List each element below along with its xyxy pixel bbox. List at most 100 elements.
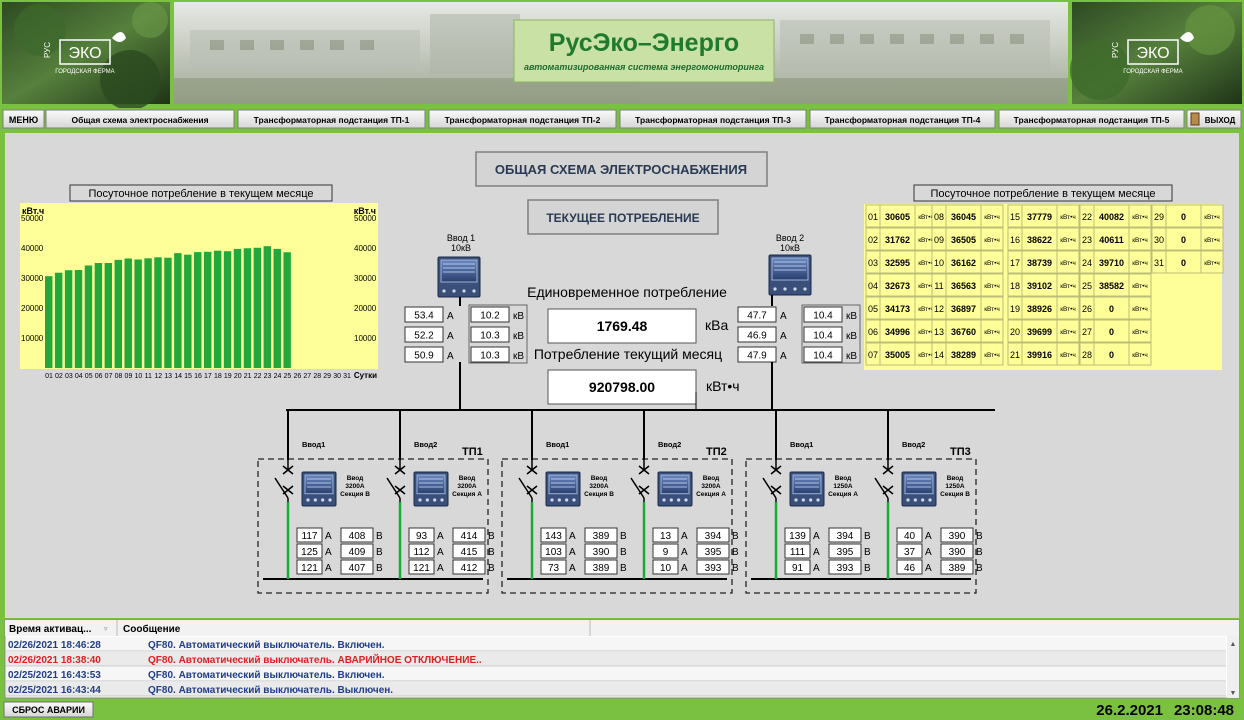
svg-text:02/26/2021 18:46:28: 02/26/2021 18:46:28 [8,640,101,651]
svg-text:02/26/2021 18:38:40: 02/26/2021 18:38:40 [8,655,101,666]
svg-text:40611: 40611 [1099,235,1124,245]
daily-cell-23: 23 40611 кВт•ч [1079,227,1152,251]
svg-text:Секция А: Секция А [452,491,482,498]
svg-text:А: А [925,531,932,542]
event-row[interactable]: 02/26/2021 18:46:28 QF80. Автоматический … [6,637,1226,652]
current-consumption-box: ТЕКУЩЕЕ ПОТРЕБЛЕНИЕ [527,199,719,235]
svg-text:02/25/2021 16:43:53: 02/25/2021 16:43:53 [8,670,101,681]
svg-text:Трансформаторная подстанция ТП: Трансформаторная подстанция ТП-3 [635,115,791,125]
y-tick-right: 50000 [354,214,377,223]
daily-cell-19: 19 38926 кВт•ч [1007,296,1080,320]
power-meter-icon [545,471,581,507]
svg-text:В: В [864,547,871,558]
daily-table-title: Посуточное потребление в текущем месяце [930,188,1155,200]
volts-reading: 415 [461,547,478,558]
instant-value: 1769.48 [597,318,648,334]
svg-text:05: 05 [868,304,878,314]
menu-tab-6[interactable]: Трансформаторная подстанция ТП-5 [998,109,1185,129]
app-subtitle: автоматизированная система энергомонитор… [524,62,764,72]
chart-xlabel: Сутки [354,371,377,380]
volts-reading: 407 [349,563,366,574]
daily-cell-25: 25 38582 кВт•ч [1079,273,1152,297]
svg-text:Ввод: Ввод [591,475,608,482]
svg-text:01: 01 [868,212,878,222]
col-message-header[interactable]: Сообщение [123,623,181,635]
svg-text:36162: 36162 [951,258,976,268]
svg-text:04: 04 [868,281,878,291]
y-tick-left: 30000 [21,274,44,283]
svg-text:23: 23 [1082,235,1092,245]
svg-text:37779: 37779 [1027,212,1052,222]
svg-text:34173: 34173 [885,304,910,314]
svg-text:QF80. Автоматический выключате: QF80. Автоматический выключатель. Выключ… [148,685,393,696]
volts-reading: 10.4 [813,311,833,322]
svg-text:кВт•ч: кВт•ч [1060,214,1076,221]
reset-alarm-button[interactable]: СБРОС АВАРИИ [3,701,94,718]
svg-text:ЭКО: ЭКО [68,45,101,62]
volts-reading: 10.3 [480,331,500,342]
svg-text:кВт•ч: кВт•ч [1060,306,1076,313]
svg-text:В: В [864,563,871,574]
svg-text:02/25/2021 16:43:44: 02/25/2021 16:43:44 [8,685,101,696]
daily-cell-03: 03 32595 кВт•ч [865,250,938,274]
svg-text:38739: 38739 [1027,258,1052,268]
daily-cell-29: 29 0 кВт•ч [1151,204,1224,228]
svg-text:30605: 30605 [885,212,910,222]
power-meter-icon [413,471,449,507]
bar-day-04 [74,269,83,368]
menu-button[interactable]: МЕНЮ [2,109,45,129]
col-time-header[interactable]: Время активац... [9,624,92,635]
y-tick-right: 10000 [354,334,377,343]
event-row[interactable]: 02/26/2021 18:38:40 QF80. Автоматический … [6,652,1226,667]
daily-cell-02: 02 31762 кВт•ч [865,227,938,251]
bar-day-23 [263,246,272,368]
daily-cell-15: 15 37779 кВт•ч [1007,204,1080,228]
menu-tab-4[interactable]: Трансформаторная подстанция ТП-3 [619,109,807,129]
daily-cell-27: 27 0 кВт•ч [1079,319,1152,343]
daily-cell-12: 12 36897 кВт•ч [931,296,1004,320]
amps-reading: 117 [302,531,318,542]
svg-text:кВт•ч: кВт•ч [918,329,934,336]
svg-text:0: 0 [1181,235,1186,245]
scroll-down-icon[interactable]: ▼ [1230,690,1237,697]
bar-day-03 [64,270,73,368]
x-tick: 17 [204,373,212,380]
svg-text:07: 07 [868,350,878,360]
event-row[interactable]: 02/25/2021 16:43:53 QF80. Автоматический … [6,667,1226,682]
svg-text:В: В [864,531,871,542]
amps-reading: 37 [904,547,916,558]
svg-text:кВт•ч: кВт•ч [1132,260,1148,267]
svg-text:В: В [976,531,983,542]
svg-text:36897: 36897 [951,304,976,314]
svg-text:08: 08 [934,212,944,222]
event-row[interactable]: 02/25/2021 16:43:44 QF80. Автоматический … [6,682,1226,697]
sort-arrow-icon[interactable]: ▿ [104,626,108,633]
menu-tab-1[interactable]: Общая схема электроснабжения [45,109,235,129]
menu-tab-5[interactable]: Трансформаторная подстанция ТП-4 [809,109,996,129]
svg-text:А: А [325,547,332,558]
daily-cell-28: 28 0 кВт•ч [1079,342,1152,366]
volts-reading: 412 [461,563,478,574]
svg-text:18: 18 [1010,281,1020,291]
bar-day-11 [144,258,152,368]
svg-text:Ввод 2: Ввод 2 [776,233,804,243]
amps-reading: 47.7 [747,311,767,322]
svg-text:кВт•ч: кВт•ч [1132,329,1148,336]
bar-day-12 [154,257,162,368]
daily-cell-05: 05 34173 кВт•ч [865,296,938,320]
footer-date: 26.2.2021 [1096,702,1163,719]
scroll-up-icon[interactable]: ▲ [1230,641,1237,648]
svg-text:38582: 38582 [1099,281,1124,291]
svg-text:Ввод1: Ввод1 [790,440,813,449]
daily-cell-24: 24 39710 кВт•ч [1079,250,1152,274]
svg-text:34996: 34996 [885,327,910,337]
exit-button[interactable]: ВЫХОД [1186,109,1242,129]
amps-reading: 13 [660,531,672,542]
month-label: Потребление текущий месяц [534,346,722,362]
daily-cell-22: 22 40082 кВт•ч [1079,204,1152,228]
svg-text:Ввод: Ввод [459,475,476,482]
daily-cell-04: 04 32673 кВт•ч [865,273,938,297]
svg-text:кВт•ч: кВт•ч [918,214,934,221]
menu-tab-3[interactable]: Трансформаторная подстанция ТП-2 [428,109,617,129]
menu-tab-2[interactable]: Трансформаторная подстанция ТП-1 [237,109,426,129]
